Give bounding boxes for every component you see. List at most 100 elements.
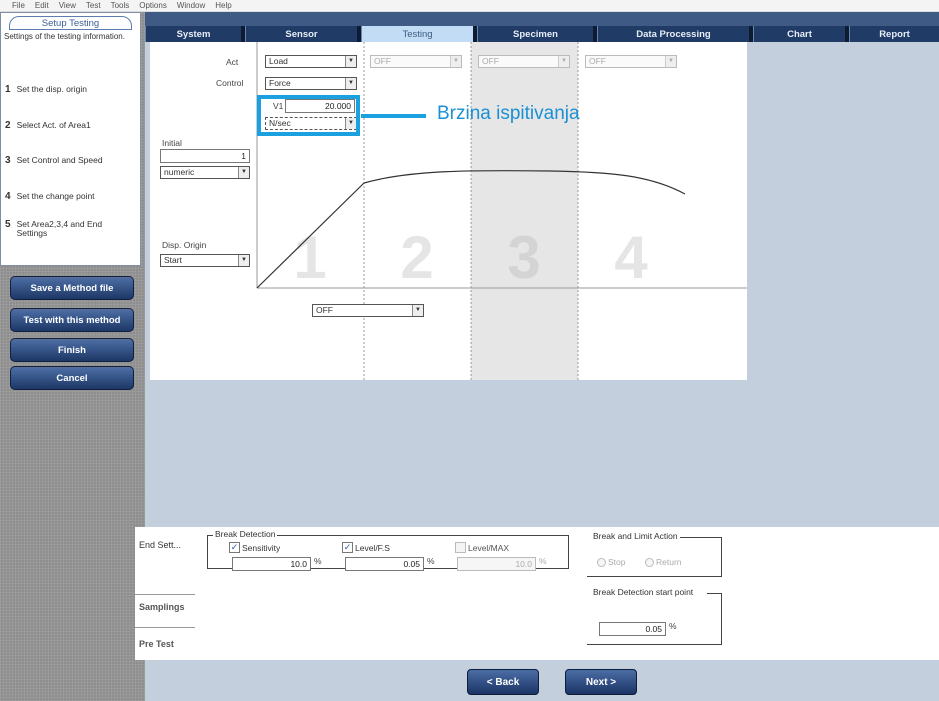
step-number: 1 [5, 84, 11, 95]
tab-chart[interactable]: Chart [753, 26, 849, 42]
tab-sensor[interactable]: Sensor [245, 26, 361, 42]
step-1[interactable]: 1 Set the disp. origin [5, 84, 87, 95]
stop-radio[interactable]: Stop [597, 557, 626, 567]
divider [135, 594, 195, 595]
step-label: Set the change point [16, 191, 95, 201]
menu-window[interactable]: Window [177, 1, 205, 10]
break-start-input[interactable]: 0.05 [599, 622, 666, 636]
sidebar: Setup Testing Settings of the testing in… [0, 12, 145, 701]
sensitivity-label: Sensitivity [242, 542, 281, 553]
step-label: Set the disp. origin [16, 84, 87, 94]
menu-view[interactable]: View [59, 1, 76, 10]
initial-input[interactable]: 1 [160, 149, 250, 163]
change-point-select[interactable]: OFF ▼ [312, 304, 424, 317]
step-number: 3 [5, 155, 11, 166]
step-label: Select Act. of Area1 [16, 120, 91, 130]
tab-end-settings[interactable]: End Sett... [139, 540, 189, 550]
step-4[interactable]: 4 Set the change point [5, 191, 95, 202]
level-fs-input[interactable]: 0.05 [345, 557, 424, 571]
level-max-label: Level/MAX [468, 542, 510, 553]
control-select[interactable]: Force ▼ [265, 77, 357, 90]
chevron-down-icon: ▼ [665, 56, 676, 67]
act-label: Act [226, 57, 239, 67]
back-button[interactable]: < Back [467, 669, 539, 695]
step-label: Set Control and Speed [16, 155, 103, 165]
return-label: Return [656, 557, 682, 567]
group-top-border [675, 537, 722, 538]
chevron-down-icon: ▼ [558, 56, 569, 67]
step-number: 4 [5, 191, 11, 202]
menu-file[interactable]: File [12, 1, 25, 10]
divider [135, 627, 195, 628]
step-3[interactable]: 3 Set Control and Speed [5, 155, 103, 166]
level-max-checkbox[interactable]: Level/MAX [455, 542, 509, 553]
menu-test[interactable]: Test [86, 1, 101, 10]
area-number-1: 1 [293, 224, 326, 291]
level-fs-label: Level/F.S [355, 542, 390, 553]
tab-testing[interactable]: Testing [361, 26, 477, 42]
control-value: Force [269, 78, 291, 88]
chevron-down-icon: ▼ [238, 167, 249, 178]
area-number-4: 4 [614, 224, 648, 291]
initial-type-select[interactable]: numeric ▼ [160, 166, 250, 179]
annotation-label: Brzina ispitivanja [437, 103, 580, 124]
step-5[interactable]: 5 Set Area2,3,4 and End Settings [5, 220, 135, 238]
break-start-unit: % [669, 621, 677, 631]
tab-specimen[interactable]: Specimen [477, 26, 597, 42]
chevron-down-icon: ▼ [345, 78, 356, 89]
tab-system[interactable]: System [145, 26, 245, 42]
initial-type-value: numeric [164, 167, 195, 177]
tab-pre-test[interactable]: Pre Test [139, 639, 189, 649]
chevron-down-icon: ▼ [412, 305, 423, 316]
menu-options[interactable]: Options [139, 1, 167, 10]
disp-origin-value: Start [164, 255, 182, 265]
act-area4-select[interactable]: OFF ▼ [585, 55, 677, 68]
end-settings-panel: End Sett... Samplings Pre Test Break Det… [135, 527, 939, 660]
menu-bar: File Edit View Test Tools Options Window… [0, 0, 939, 12]
check-icon: ✓ [229, 542, 240, 553]
act-area1-value: Load [269, 56, 288, 66]
level-fs-checkbox[interactable]: ✓ Level/F.S [342, 542, 390, 553]
menu-edit[interactable]: Edit [35, 1, 49, 10]
chevron-down-icon: ▼ [450, 56, 461, 67]
sensitivity-input[interactable]: 10.0 [232, 557, 311, 571]
control-label: Control [216, 78, 244, 88]
finish-button[interactable]: Finish [10, 338, 134, 362]
tab-samplings[interactable]: Samplings [139, 602, 189, 612]
menu-tools[interactable]: Tools [111, 1, 130, 10]
check-icon: ✓ [342, 542, 353, 553]
act-area2-select[interactable]: OFF ▼ [370, 55, 462, 68]
setup-steps-panel: Setup Testing Settings of the testing in… [0, 12, 141, 266]
change-point-value: OFF [316, 305, 333, 315]
disp-origin-select[interactable]: Start ▼ [160, 254, 250, 267]
step-number: 5 [5, 219, 11, 230]
return-radio[interactable]: Return [645, 557, 682, 567]
save-method-button[interactable]: Save a Method file [10, 276, 134, 300]
chevron-down-icon: ▼ [345, 56, 356, 67]
next-button[interactable]: Next > [565, 669, 637, 695]
area-3-shade [471, 42, 578, 380]
test-with-method-button[interactable]: Test with this method [10, 308, 134, 332]
sensitivity-checkbox[interactable]: ✓ Sensitivity [229, 542, 280, 553]
setup-description: Settings of the testing information. [4, 32, 125, 41]
tab-report[interactable]: Report [849, 26, 939, 42]
break-start-group [587, 593, 722, 645]
tab-data-processing[interactable]: Data Processing [597, 26, 753, 42]
disp-origin-label: Disp. Origin [162, 240, 207, 250]
testing-setup-panel: 1 2 3 4 Act Load ▼ OFF ▼ OFF ▼ OFF ▼ Control… [150, 42, 747, 380]
level-fs-unit: % [427, 556, 435, 566]
area-number-2: 2 [400, 224, 433, 291]
checkbox-icon [455, 542, 466, 553]
cancel-button[interactable]: Cancel [10, 366, 134, 390]
act-area3-select[interactable]: OFF ▼ [478, 55, 570, 68]
level-max-input[interactable]: 10.0 [457, 557, 536, 571]
area-number-3: 3 [507, 224, 540, 291]
speed-highlight-box [257, 95, 360, 136]
annotation-connector [361, 114, 426, 118]
act-area3-value: OFF [482, 56, 499, 66]
menu-help[interactable]: Help [215, 1, 231, 10]
step-2[interactable]: 2 Select Act. of Area1 [5, 120, 91, 131]
break-limit-action-title: Break and Limit Action [591, 531, 680, 541]
act-area1-select[interactable]: Load ▼ [265, 55, 357, 68]
chevron-down-icon: ▼ [238, 255, 249, 266]
